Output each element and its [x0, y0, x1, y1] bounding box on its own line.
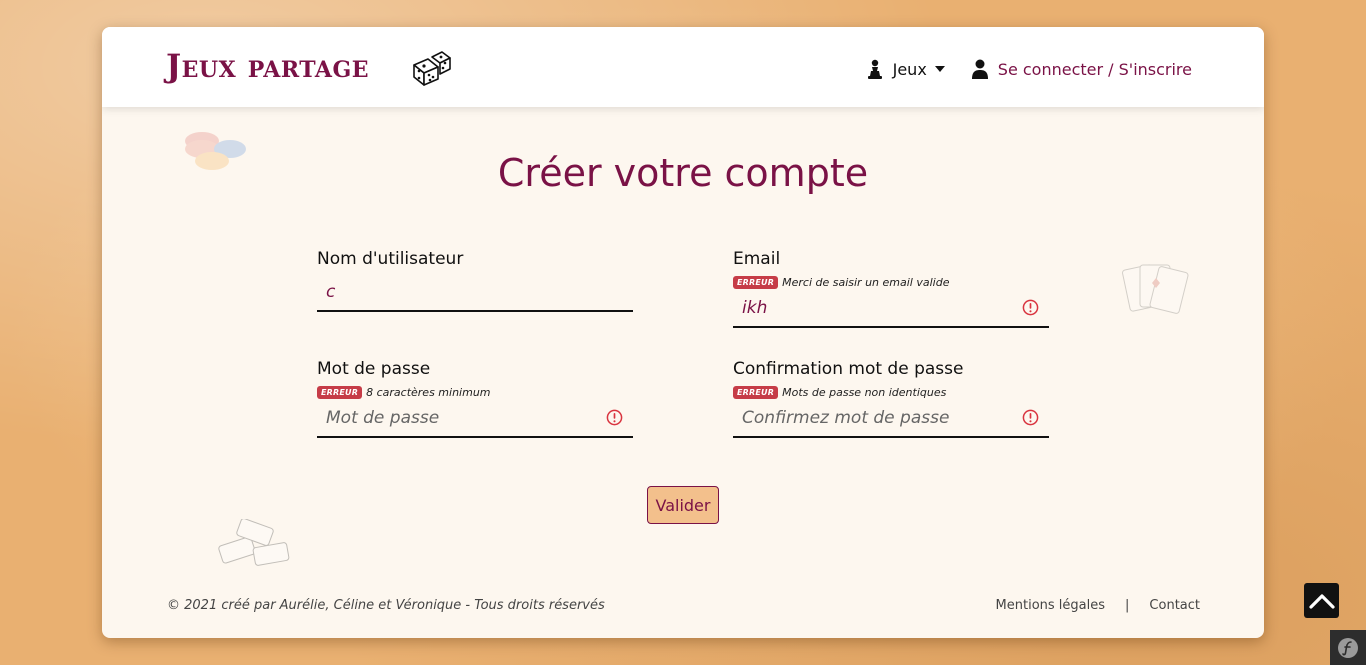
error-message: Merci de saisir un email valide: [782, 275, 950, 289]
pawn-icon: [867, 59, 882, 79]
password-confirm-input[interactable]: [733, 402, 1022, 434]
footer-links: Mentions légales | Contact: [996, 598, 1200, 613]
password-input[interactable]: [317, 402, 606, 434]
footer-copyright: © 2021 créé par Aurélie, Céline et Véron…: [167, 598, 605, 613]
error-message: Mots de passe non identiques: [782, 385, 947, 399]
symfony-icon: [1338, 637, 1358, 658]
main-card: Jeux partage Jeux Se connecter / S'inscr…: [102, 27, 1264, 638]
footer-separator: |: [1125, 598, 1130, 613]
username-input[interactable]: [317, 276, 606, 308]
submit-button[interactable]: Valider: [647, 486, 719, 524]
page-title: Créer votre compte: [497, 151, 869, 195]
password-confirm-label: Confirmation mot de passe: [733, 359, 964, 379]
dice-icon: [413, 51, 451, 86]
nav-menu: Jeux Se connecter / S'inscrire: [866, 55, 1192, 83]
chevron-up-icon: [1308, 593, 1335, 609]
password-confirm-error: ERREUR Mots de passe non identiques: [733, 384, 1049, 400]
alert-circle-icon: [606, 409, 623, 426]
email-input-wrapper: [733, 292, 1049, 328]
username-field-group: Nom d'utilisateur: [317, 248, 633, 312]
error-badge: ERREUR: [317, 385, 363, 399]
symfony-toolbar-toggle[interactable]: [1330, 630, 1366, 665]
username-input-wrapper: [317, 276, 633, 312]
back-to-top-button[interactable]: [1304, 583, 1339, 618]
playing-cards-image: [1122, 264, 1189, 314]
password-confirm-input-wrapper: [733, 402, 1049, 438]
brand-logo-text[interactable]: Jeux partage: [166, 47, 369, 85]
password-confirm-field-group: Confirmation mot de passe ERREUR Mots de…: [733, 358, 1049, 438]
error-badge: ERREUR: [733, 385, 779, 399]
email-field-group: Email ERREUR Merci de saisir un email va…: [733, 248, 1049, 328]
email-input[interactable]: [733, 292, 1022, 324]
email-error: ERREUR Merci de saisir un email valide: [733, 274, 1049, 290]
alert-circle-icon: [1022, 409, 1039, 426]
chevron-down-icon: [934, 66, 945, 72]
alert-circle-icon: [1022, 299, 1039, 316]
legal-notice-link[interactable]: Mentions légales: [996, 598, 1105, 613]
games-dropdown[interactable]: Jeux: [866, 59, 945, 79]
user-icon: [971, 59, 988, 79]
games-label: Jeux: [892, 59, 927, 79]
login-label: Se connecter / S'inscrire: [997, 59, 1192, 79]
email-label: Email: [733, 249, 781, 269]
error-message: 8 caractères minimum: [366, 385, 491, 399]
dominoes-image: [218, 519, 290, 566]
login-link[interactable]: Se connecter / S'inscrire: [971, 59, 1192, 79]
password-field-group: Mot de passe ERREUR 8 caractères minimum: [317, 358, 633, 438]
navbar: Jeux partage Jeux Se connecter / S'inscr…: [102, 27, 1264, 107]
error-badge: ERREUR: [733, 275, 779, 289]
password-error: ERREUR 8 caractères minimum: [317, 384, 633, 400]
password-label: Mot de passe: [317, 359, 431, 379]
password-input-wrapper: [317, 402, 633, 438]
contact-link[interactable]: Contact: [1149, 598, 1200, 613]
username-label: Nom d'utilisateur: [317, 249, 464, 269]
